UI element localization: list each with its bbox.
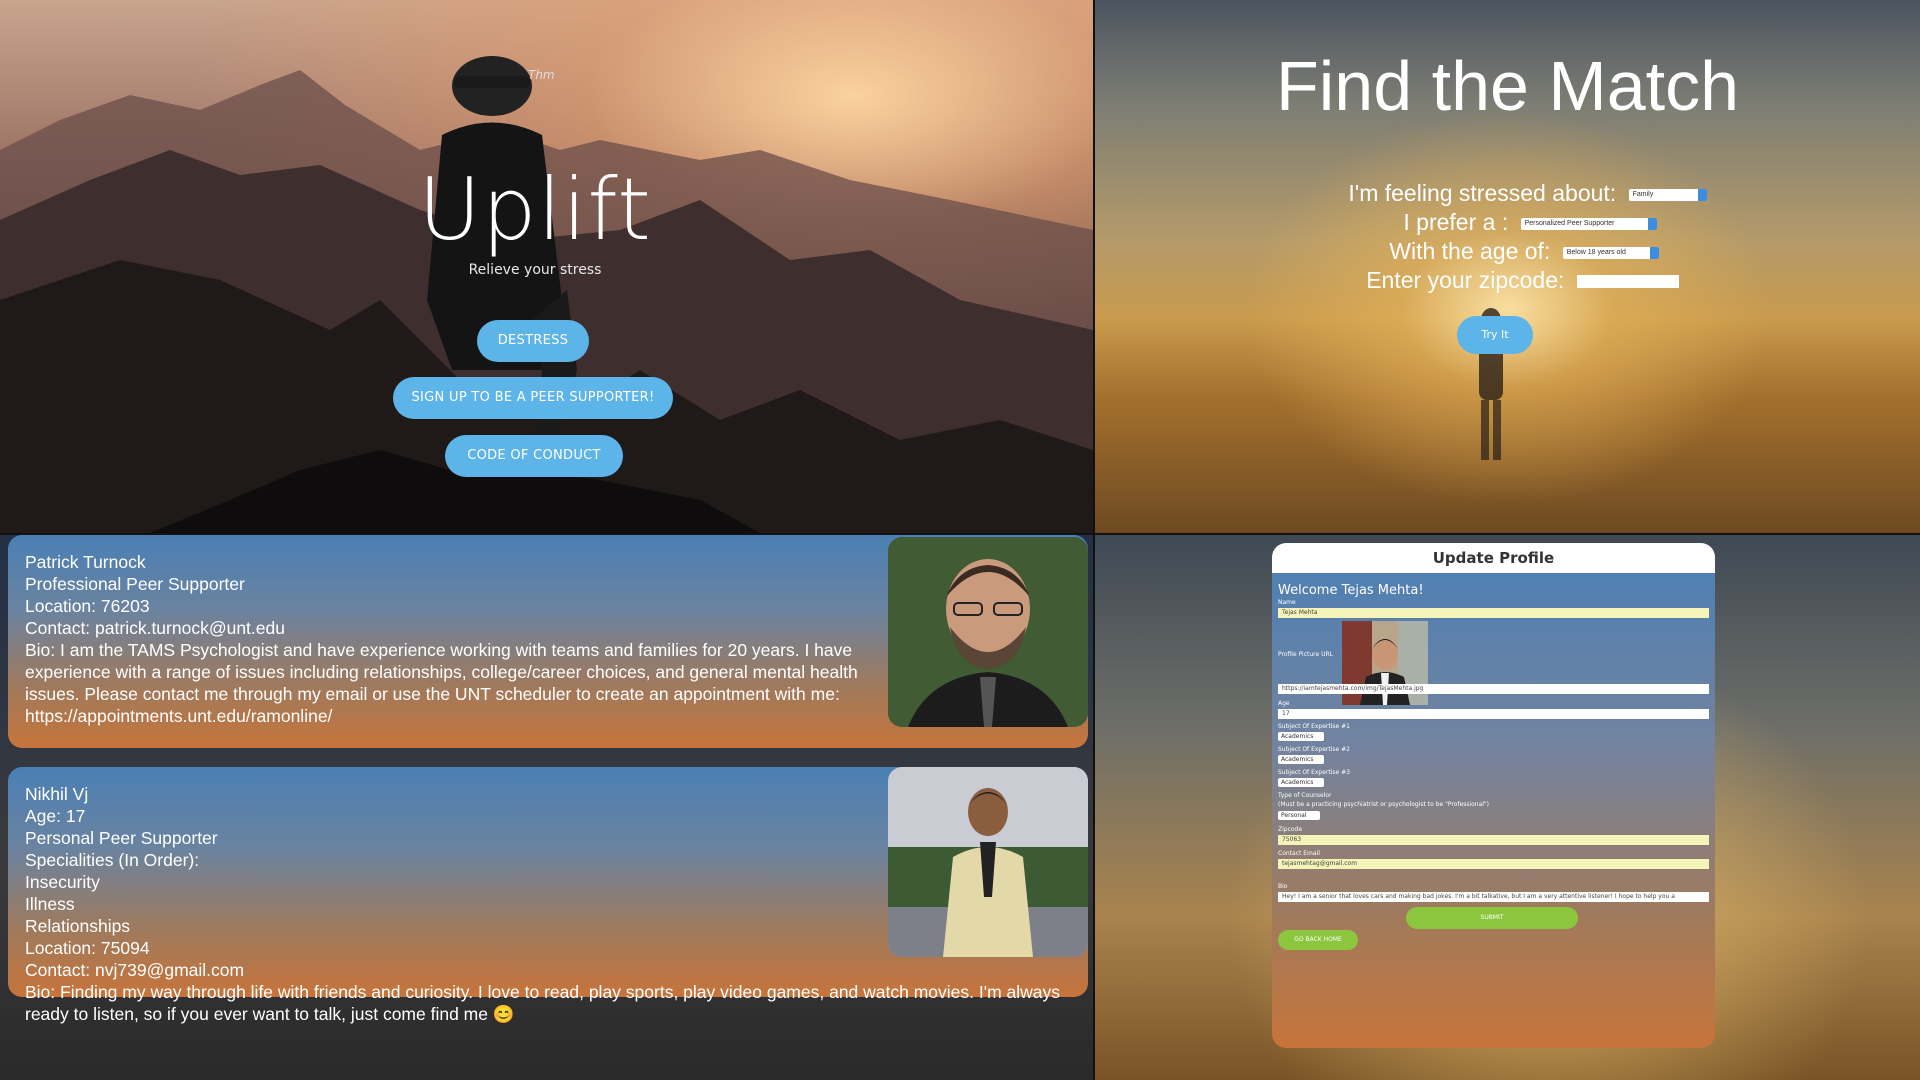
counselor-type-note: (Must be a practicing psychiatrist or ps…	[1278, 801, 1490, 808]
profile-picture-label: Profile Picture URL	[1278, 651, 1334, 658]
stressed-select-value: Family	[1632, 190, 1654, 198]
supporter-type: Personal Peer Supporter	[25, 828, 218, 848]
app-title: Uplift	[418, 160, 652, 260]
stressed-select[interactable]: Family	[1628, 188, 1707, 201]
select-arrow-icon	[1697, 188, 1707, 201]
find-match-title: Find the Match	[1276, 47, 1739, 125]
profile-picture-url-input[interactable]: https://iamtejasmehta.com/img/TejasMehta…	[1278, 684, 1709, 694]
zip-label: Enter your zipcode:	[1366, 267, 1565, 293]
supporter-specialities-heading: Specialities (In Order):	[25, 850, 200, 870]
expertise-2-select[interactable]: Academics	[1278, 755, 1324, 764]
supporter-portrait	[888, 767, 1088, 957]
age-row: With the age of: Below 18 years old	[1095, 238, 1920, 265]
select-arrow-icon	[1647, 217, 1657, 230]
prefer-select-value: Personalized Peer Supporter	[1524, 219, 1615, 227]
code-of-conduct-button[interactable]: CODE OF CONDUCT	[445, 435, 623, 477]
signup-peer-supporter-button[interactable]: SIGN UP TO BE A PEER SUPPORTER!	[393, 377, 673, 419]
form-header: Update Profile	[1272, 543, 1715, 573]
bio-label: Bio	[1278, 883, 1288, 890]
contact-email-input[interactable]: tejasmehtag@gmail.com	[1278, 859, 1709, 869]
supporter-bio: Bio: Finding my way through life with fr…	[25, 982, 1061, 1024]
app-subtitle: Relieve your stress	[468, 262, 602, 278]
counselor-type-select[interactable]: Personal	[1278, 811, 1320, 820]
supporter-name: Patrick Turnock	[25, 552, 146, 572]
cap-logo-text: Thm	[528, 68, 555, 82]
supporter-age: Age: 17	[25, 806, 86, 826]
age-label: Age	[1278, 700, 1290, 707]
find-match-panel: Find the Match I'm feeling stressed abou…	[1095, 0, 1920, 533]
supporter-portrait	[888, 537, 1088, 727]
supporter-speciality: Illness	[25, 894, 75, 914]
supporter-info: Nikhil Vj Age: 17 Personal Peer Supporte…	[25, 783, 1060, 1025]
go-back-home-button[interactable]: GO BACK HOME	[1278, 930, 1358, 950]
prefer-row: I prefer a : Personalized Peer Supporter	[1095, 209, 1920, 236]
supporters-panel: Patrick Turnock Professional Peer Suppor…	[0, 535, 1093, 1080]
name-label: Name	[1278, 599, 1296, 606]
zipcode-input[interactable]: 75063	[1278, 835, 1709, 845]
name-input[interactable]: Tejas Mehta	[1278, 608, 1709, 618]
age-label: With the age of:	[1389, 238, 1551, 264]
update-profile-form: Update Profile Welcome Tejas Mehta! Name…	[1272, 543, 1715, 1048]
update-profile-panel: Update Profile Welcome Tejas Mehta! Name…	[1095, 535, 1920, 1080]
supporter-info: Patrick Turnock Professional Peer Suppor…	[25, 551, 885, 727]
supporter-type: Professional Peer Supporter	[25, 574, 245, 594]
supporter-photo	[888, 767, 1088, 957]
stressed-row: I'm feeling stressed about: Family	[1095, 180, 1920, 207]
zipcode-input[interactable]	[1576, 275, 1679, 289]
supporter-photo	[888, 537, 1088, 727]
age-select[interactable]: Below 18 years old	[1562, 246, 1659, 259]
supporter-location: Location: 75094	[25, 938, 150, 958]
supporter-card: Nikhil Vj Age: 17 Personal Peer Supporte…	[8, 767, 1088, 1024]
supporter-speciality: Insecurity	[25, 872, 100, 892]
expertise-3-label: Subject Of Expertise #3	[1278, 769, 1350, 776]
supporter-speciality: Relationships	[25, 916, 131, 936]
welcome-message: Welcome Tejas Mehta!	[1278, 583, 1424, 598]
try-it-button[interactable]: Try It	[1457, 316, 1533, 354]
supporter-name: Nikhil Vj	[25, 784, 89, 804]
destress-button[interactable]: DESTRESS	[477, 320, 589, 362]
select-arrow-icon	[1649, 246, 1659, 259]
expertise-1-select[interactable]: Academics	[1278, 732, 1324, 741]
supporter-contact: Contact: nvj739@gmail.com	[25, 960, 245, 980]
submit-button[interactable]: SUBMIT	[1406, 907, 1578, 929]
contact-email-label: Contact Email	[1278, 850, 1320, 857]
age-select-value: Below 18 years old	[1566, 248, 1626, 256]
expertise-1-label: Subject Of Expertise #1	[1278, 723, 1350, 730]
supporter-bio: Bio: I am the TAMS Psychologist and have…	[25, 640, 858, 726]
age-input[interactable]: 17	[1278, 709, 1709, 719]
expertise-2-label: Subject Of Expertise #2	[1278, 746, 1350, 753]
stressed-label: I'm feeling stressed about:	[1348, 180, 1617, 206]
supporter-contact: Contact: patrick.turnock@unt.edu	[25, 618, 285, 638]
uplift-hero-panel: Thm Uplift Relieve your stress DESTRESS …	[0, 0, 1093, 533]
supporter-card: Patrick Turnock Professional Peer Suppor…	[8, 535, 1088, 748]
prefer-select[interactable]: Personalized Peer Supporter	[1520, 217, 1657, 230]
supporter-location: Location: 76203	[25, 596, 150, 616]
counselor-type-label: Type of Counselor	[1278, 792, 1332, 799]
zip-row: Enter your zipcode:	[1095, 267, 1920, 294]
bio-input[interactable]: Hey! I am a senior that loves cars and m…	[1278, 892, 1709, 902]
prefer-label: I prefer a :	[1403, 209, 1509, 235]
expertise-3-select[interactable]: Academics	[1278, 778, 1324, 787]
zipcode-label: Zipcode	[1278, 826, 1303, 833]
